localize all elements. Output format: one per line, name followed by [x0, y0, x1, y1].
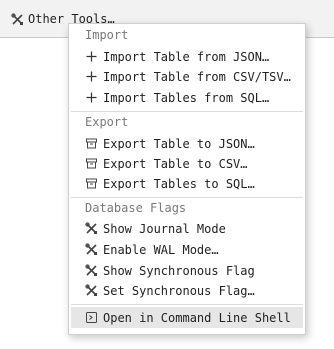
menu-item-label: Import Tables from SQL… [103, 90, 270, 105]
terminal-icon [85, 311, 98, 324]
menu-separator [71, 304, 303, 305]
menu-item-label: Enable WAL Mode… [103, 242, 219, 257]
import-section-heading: Import [85, 28, 129, 42]
menu-separator [71, 197, 303, 198]
menu-item-enable-wal-mode[interactable]: Enable WAL Mode… [85, 240, 219, 259]
menu-item-import-sql[interactable]: Import Tables from SQL… [85, 88, 269, 107]
menu-item-label: Open in Command Line Shell [103, 310, 291, 325]
export-section-heading: Export [85, 115, 129, 129]
plus-icon [85, 91, 98, 104]
menu-item-label: Export Table to CSV… [103, 156, 248, 171]
tools-icon [85, 243, 98, 256]
tools-icon [85, 264, 98, 277]
menu-item-label: Import Table from CSV/TSV… [103, 69, 291, 84]
archive-icon [85, 137, 98, 150]
menu-item-label: Import Table from JSON… [103, 49, 270, 64]
menu-item-label: Set Synchronous Flag… [103, 283, 255, 298]
plus-icon [85, 70, 98, 83]
tools-icon [85, 284, 98, 297]
menu-item-import-json[interactable]: Import Table from JSON… [85, 47, 269, 66]
menu-item-show-journal-mode[interactable]: Show Journal Mode [85, 219, 226, 238]
archive-icon [85, 157, 98, 170]
tools-icon [85, 222, 98, 235]
other-tools-menu: Import Import Table from JSON… Import Ta… [68, 23, 306, 335]
database-flags-section-heading: Database Flags [85, 201, 187, 215]
menu-item-label: Show Synchronous Flag [103, 263, 255, 278]
menu-item-label: Export Tables to SQL… [103, 176, 255, 191]
menu-item-import-csv[interactable]: Import Table from CSV/TSV… [85, 67, 291, 86]
menu-item-export-sql[interactable]: Export Tables to SQL… [85, 174, 255, 193]
menu-item-label: Export Table to JSON… [103, 136, 255, 151]
menu-item-label: Show Journal Mode [103, 221, 226, 236]
menu-item-show-synchronous-flag[interactable]: Show Synchronous Flag [85, 261, 255, 280]
menu-item-open-command-line-shell[interactable]: Open in Command Line Shell [71, 307, 303, 328]
menu-separator [71, 111, 303, 112]
plus-icon [85, 50, 98, 63]
archive-icon [85, 177, 98, 190]
menu-item-export-csv[interactable]: Export Table to CSV… [85, 154, 248, 173]
menu-item-export-json[interactable]: Export Table to JSON… [85, 134, 255, 153]
tools-icon [11, 12, 24, 26]
menu-item-set-synchronous-flag[interactable]: Set Synchronous Flag… [85, 281, 255, 300]
